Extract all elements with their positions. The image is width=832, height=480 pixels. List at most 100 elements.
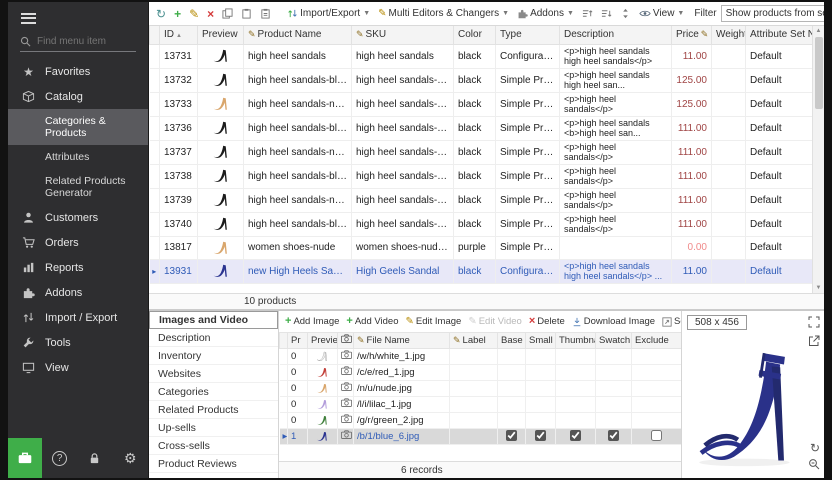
delete-image-button[interactable]: ×Delete [529,316,565,327]
sort-descending-button[interactable] [599,7,614,20]
column-small[interactable]: Small [526,333,556,348]
column-camera[interactable] [338,333,354,348]
swatch-checkbox[interactable] [608,430,619,441]
column-price[interactable]: Price✎ [672,26,712,44]
product-row[interactable]: 13740high heel sandals-black-38high heel… [150,212,814,236]
image-row[interactable]: ▸1/b/1/blue_6.jpg [280,428,682,444]
multi-editors-button[interactable]: ✎ Multi Editors & Changers▼ [376,7,511,20]
product-row[interactable]: 13738high heel sandals-black-37high heel… [150,164,814,188]
product-row[interactable]: 13732high heel sandals-blackhigh heel sa… [150,68,814,92]
base-checkbox[interactable] [506,430,517,441]
column-product-name[interactable]: ✎Product Name [244,26,352,44]
rotate-button[interactable]: ↻ [810,440,820,456]
sidebar-item-view[interactable]: View [8,355,148,380]
add-product-button[interactable]: + [172,7,183,21]
column-file-name[interactable]: ✎File Name [354,333,450,348]
products-scrollbar[interactable]: ▲ ▼ [812,26,824,293]
help-button[interactable]: ? [42,438,77,478]
sidebar-item-attributes[interactable]: Attributes [8,145,148,169]
column-sku[interactable]: ✎SKU [352,26,454,44]
image-row[interactable]: 0/c/e/red_1.jpg [280,364,682,380]
column-description[interactable]: Description [560,26,672,44]
thumbnail-checkbox[interactable] [570,430,581,441]
small-checkbox[interactable] [535,430,546,441]
sidebar-item-favorites[interactable]: ★ Favorites [8,60,148,84]
open-external-button[interactable] [808,335,820,351]
paste-button[interactable] [239,7,254,20]
refresh-button[interactable]: ↻ [154,7,168,21]
edit-product-button[interactable]: ✎ [187,7,201,21]
column-thumbnail[interactable]: Thumbna [556,333,596,348]
sort-ascending-button[interactable] [580,7,595,20]
sidebar-item-catalog[interactable]: Catalog [8,84,148,109]
product-row[interactable]: 13731high heel sandalshigh heel sandalsb… [150,44,814,68]
exclude-checkbox[interactable] [651,430,662,441]
column-attribute-set[interactable]: Attribute Set Name [746,26,814,44]
import-export-button[interactable]: Import/Export▼ [285,7,372,20]
lock-button[interactable] [77,438,112,478]
image-row[interactable]: 0/n/u/nude.jpg [280,380,682,396]
column-image-preview[interactable]: Preview [308,333,338,348]
sidebar-item-addons[interactable]: Addons [8,280,148,305]
tab-cross-sells[interactable]: Cross-sells [149,437,278,455]
expand-button[interactable] [808,316,820,332]
edit-image-button[interactable]: ✎Edit Image [406,316,462,327]
download-image-button[interactable]: Download Image [572,316,655,327]
tab-images-and-video[interactable]: Images and Video [149,311,278,329]
column-preview[interactable]: Preview [198,26,244,44]
delete-product-button[interactable]: × [205,7,216,21]
tab-websites[interactable]: Websites [149,365,278,383]
product-row[interactable]: 13817women shoes-nudewomen shoes-nude-2p… [150,236,814,259]
column-label[interactable]: ✎Label [450,333,498,348]
tab-related-products[interactable]: Related Products [149,401,278,419]
sidebar-search[interactable] [20,36,136,52]
category-filter-select[interactable]: Show products from selected categories ▼ [721,5,824,22]
column-type[interactable]: Type [496,26,560,44]
scroll-down-icon[interactable]: ▼ [816,285,822,291]
column-color[interactable]: Color [454,26,496,44]
scrollbar-thumb[interactable] [815,37,823,109]
add-image-button[interactable]: +Add Image [285,316,339,327]
duplicate-button[interactable] [258,7,273,20]
sidebar-item-orders[interactable]: Orders [8,230,148,255]
tab-product-reviews[interactable]: Product Reviews [149,455,278,473]
tab-up-sells[interactable]: Up-sells [149,419,278,437]
product-row[interactable]: 13736high heel sandals-black-36high heel… [150,116,814,140]
search-input[interactable] [37,36,135,47]
tab-description[interactable]: Description [149,329,278,347]
add-video-button[interactable]: +Add Video [346,316,398,327]
product-row[interactable]: 13737high heel sandals-nude-36high heel … [150,140,814,164]
sidebar-item-categories-products[interactable]: Categories & Products [8,109,148,145]
sidebar-item-tools[interactable]: Tools [8,330,148,355]
set-resize-rule-button[interactable]: Set Resize Rule▼ [662,316,681,327]
column-id[interactable]: ID▲ [160,26,198,44]
hamburger-menu-button[interactable] [8,2,148,34]
image-row[interactable]: 0/l/i/lilac_1.jpg [280,396,682,412]
zoom-button[interactable] [808,458,820,474]
product-row[interactable]: 13733high heel sandals-nudehigh heel san… [150,92,814,116]
column-exclude[interactable]: Exclude [632,333,682,348]
edit-video-button[interactable]: ✎Edit Video [468,316,522,327]
expand-collapse-button[interactable] [618,7,633,20]
product-row[interactable]: 13739high heel sandals-nude-37high heel … [150,188,814,212]
column-swatch[interactable]: Swatch [596,333,632,348]
product-row[interactable]: ▸13931new High Heels SandalsHigh Geels S… [150,259,814,283]
copy-button[interactable] [220,7,235,20]
image-size-field[interactable]: 508 x 456 [687,315,747,330]
tab-categories[interactable]: Categories [149,383,278,401]
column-priority[interactable]: Pr [288,333,308,348]
sidebar-item-related-products-generator[interactable]: Related Products Generator [8,169,148,205]
column-weight[interactable]: Weight [712,26,746,44]
addons-button[interactable]: Addons▼ [515,7,576,20]
image-row[interactable]: 0/w/h/white_1.jpg [280,348,682,364]
settings-button[interactable]: ⚙ [113,438,148,478]
view-button[interactable]: View▼ [637,7,686,20]
image-row[interactable]: 0/g/r/green_2.jpg [280,412,682,428]
store-button[interactable] [8,438,42,478]
scroll-up-icon[interactable]: ▲ [816,28,822,34]
column-base[interactable]: Base [498,333,526,348]
sidebar-item-customers[interactable]: Customers [8,205,148,230]
tab-inventory[interactable]: Inventory [149,347,278,365]
sidebar-item-import-export[interactable]: Import / Export [8,305,148,330]
sidebar-item-reports[interactable]: Reports [8,255,148,280]
